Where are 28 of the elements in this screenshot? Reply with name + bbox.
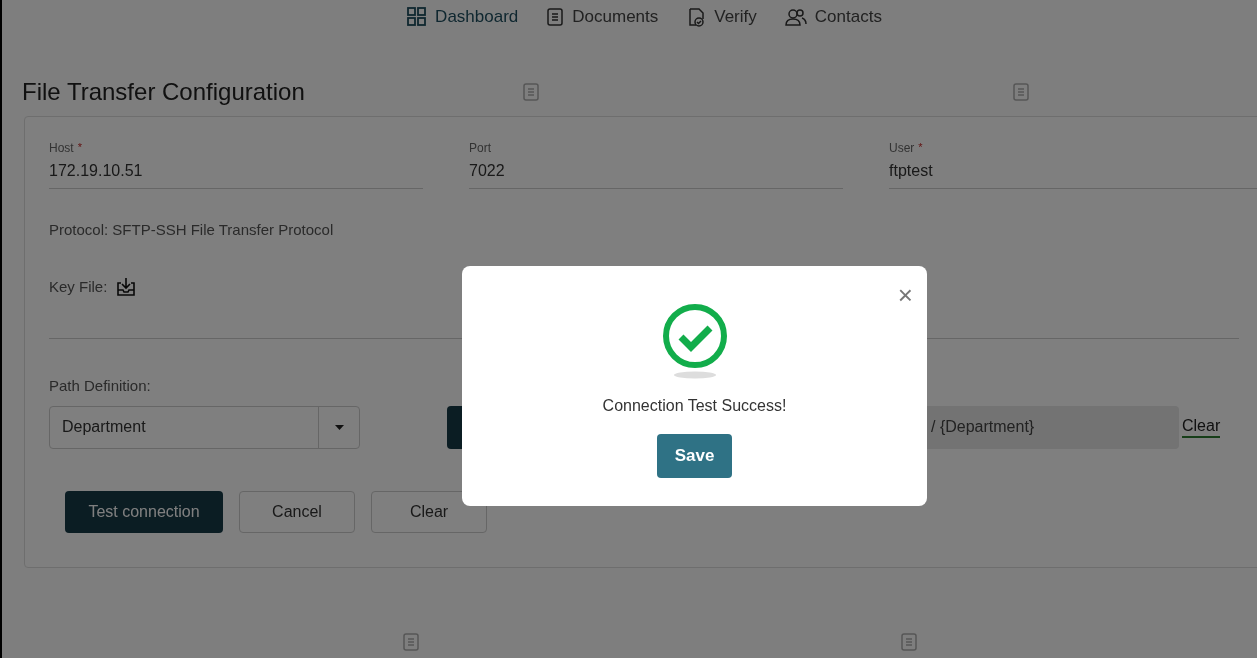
nav-tab[interactable]: Dashboard [407,4,519,30]
protocol-text: Protocol: SFTP-SSH File Transfer Protocol [49,220,334,240]
clear-link[interactable]: Clear [1182,416,1221,438]
people-icon [784,7,807,27]
test-connection-button[interactable]: Test connection [65,490,223,533]
dialog-message: Connection Test Success! [602,396,787,416]
save-button[interactable]: Save [657,434,732,478]
page-title: File Transfer Configuration [22,77,305,107]
nav-tab[interactable]: Verify [686,4,757,30]
path-definition-label: Path Definition: [49,376,151,396]
download-icon[interactable] [115,276,138,297]
text-field[interactable]: Host * 172.19.10.51 [49,139,423,189]
text-field[interactable]: User * ftptest [889,139,1257,189]
nav-tab[interactable]: Contacts [784,4,882,30]
key-file-label: Key File: [49,276,108,297]
cancel-button[interactable]: Cancel [239,490,355,533]
success-check-icon [661,304,728,380]
required-mark: * [918,140,923,155]
caret-icon [334,424,344,430]
required-mark: * [77,140,82,155]
text-field[interactable]: Port 7022 [469,139,843,189]
document-icon [546,7,565,27]
path-dropdown[interactable]: Department [49,405,360,449]
dashboard-grid-icon [407,7,428,27]
close-button[interactable]: × [897,282,913,308]
clear-button[interactable]: Clear [371,490,487,533]
nav-tab[interactable]: Documents [546,4,659,30]
verify-document-icon [686,7,707,27]
